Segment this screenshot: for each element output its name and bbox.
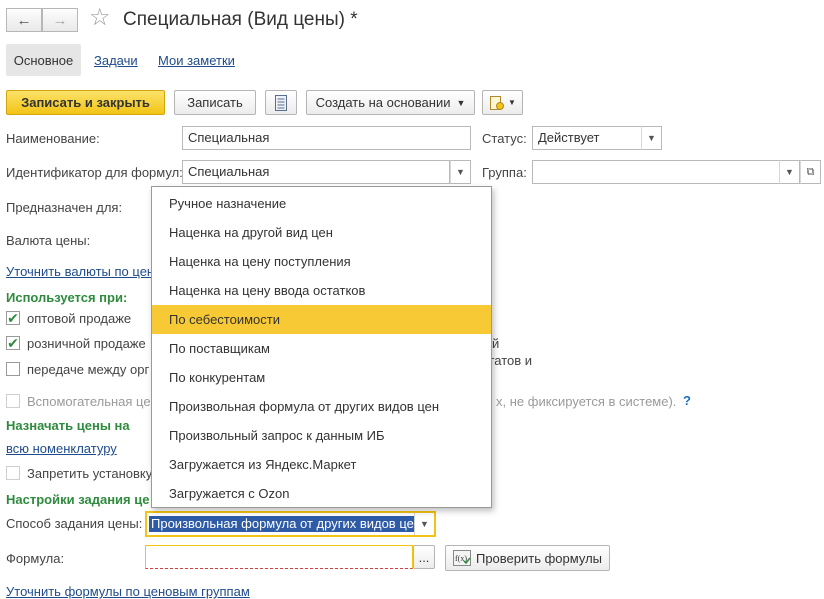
chevron-down-icon: ▼ (785, 167, 794, 177)
wholesale-checkbox[interactable]: ✔ (6, 311, 20, 325)
create-based-on-button[interactable]: Создать на основании ▼ (306, 90, 475, 115)
check-formulas-button[interactable]: f(x) Проверить формулы (445, 545, 610, 571)
retail-label: розничной продаже (27, 336, 146, 351)
tab-tasks[interactable]: Задачи (94, 53, 138, 68)
formula-check-icon: f(x) (452, 550, 471, 566)
dropdown-option[interactable]: По конкурентам (152, 363, 491, 392)
status-label: Статус: (482, 131, 527, 146)
checkmark-icon: ✔ (7, 310, 19, 326)
assign-prices-heading: Назначать цены на (6, 418, 130, 433)
forbid-label: Запретить установку (27, 466, 153, 481)
price-method-label: Способ задания цены: (6, 516, 143, 531)
group-dropdown-button[interactable]: ▼ (779, 160, 800, 184)
formula-id-dropdown-button[interactable]: ▼ (450, 160, 471, 184)
dropdown-option[interactable]: Загружается из Яндекс.Маркет (152, 450, 491, 479)
dropdown-option[interactable]: Загружается с Ozon (152, 479, 491, 508)
retail-right-fragment: й (492, 336, 500, 351)
all-nomenclature-link[interactable]: всю номенклатуру (6, 441, 117, 456)
name-label: Наименование: (6, 131, 100, 146)
name-input[interactable]: Специальная (182, 126, 471, 150)
formula-id-label: Идентификатор для формул: (6, 165, 183, 180)
chevron-down-icon: ▼ (647, 133, 656, 143)
help-icon[interactable]: ? (683, 393, 691, 408)
check-formulas-label: Проверить формулы (475, 550, 602, 566)
dropdown-option[interactable]: Наценка на другой вид цен (152, 218, 491, 247)
dropdown-option[interactable]: По себестоимости (152, 305, 491, 334)
formula-input[interactable] (145, 545, 413, 569)
group-label: Группа: (482, 165, 527, 180)
chevron-down-icon[interactable]: ▼ (414, 513, 434, 535)
back-button[interactable]: ← (6, 8, 42, 32)
settings-heading: Настройки задания це (6, 492, 150, 507)
arrow-left-icon: ← (16, 11, 32, 29)
favorite-star-icon[interactable]: ☆ (89, 6, 111, 30)
status-select[interactable]: Действует (532, 126, 642, 150)
price-method-dropdown-list: Ручное назначение Наценка на другой вид ц… (151, 186, 492, 508)
clarify-currency-link[interactable]: Уточнить валюты по цен (6, 264, 154, 279)
price-method-input[interactable]: Произвольная формула от других видов це … (145, 511, 436, 537)
status-dropdown-button[interactable]: ▼ (641, 126, 662, 150)
tab-notes[interactable]: Мои заметки (158, 53, 235, 68)
intended-label: Предназначен для: (6, 200, 123, 215)
open-window-icon: ⧉ (806, 165, 815, 178)
dropdown-option[interactable]: Произвольная формула от других видов цен (152, 392, 491, 421)
formula-label: Формула: (6, 551, 65, 566)
save-button[interactable]: Записать (174, 90, 256, 115)
create-based-on-label: Создать на основании (315, 95, 451, 110)
price-method-selected-text: Произвольная формула от других видов це (149, 516, 414, 532)
tab-main[interactable]: Основное (6, 44, 81, 76)
used-when-heading: Используется при: (6, 290, 128, 305)
forward-button[interactable]: → (42, 8, 78, 32)
report-button[interactable] (265, 90, 297, 115)
auxiliary-tail-text: х, не фиксируется в системе). (496, 394, 677, 409)
clarify-formulas-link[interactable]: Уточнить формулы по ценовым группам (6, 584, 250, 599)
checkmark-icon: ✔ (7, 335, 19, 351)
forbid-checkbox[interactable] (6, 466, 20, 480)
formula-id-input[interactable]: Специальная (182, 160, 450, 184)
group-input[interactable] (532, 160, 780, 184)
currency-label: Валюта цены: (6, 233, 91, 248)
formula-select-button[interactable]: ... (413, 545, 435, 569)
document-settings-icon (490, 95, 505, 110)
auxiliary-label: Вспомогательная це (27, 394, 151, 409)
print-menu-button[interactable]: ▼ (482, 90, 523, 115)
transfer-label: передаче между орг (27, 362, 150, 377)
page-title: Специальная (Вид цены) * (123, 9, 358, 30)
retail-checkbox[interactable]: ✔ (6, 336, 20, 350)
save-and-close-button[interactable]: Записать и закрыть (6, 90, 165, 115)
chevron-down-icon: ▼ (456, 97, 466, 108)
document-list-icon (275, 94, 287, 111)
chevron-down-icon: ▼ (508, 98, 516, 107)
dropdown-option[interactable]: Ручное назначение (152, 189, 491, 218)
group-open-button[interactable]: ⧉ (800, 160, 821, 184)
dropdown-option[interactable]: Произвольный запрос к данным ИБ (152, 421, 491, 450)
dropdown-option[interactable]: Наценка на цену ввода остатков (152, 276, 491, 305)
auxiliary-checkbox (6, 394, 20, 408)
arrow-right-icon: → (52, 11, 68, 29)
wholesale-label: оптовой продаже (27, 311, 132, 326)
dropdown-option[interactable]: По поставщикам (152, 334, 491, 363)
dropdown-option[interactable]: Наценка на цену поступления (152, 247, 491, 276)
chevron-down-icon: ▼ (456, 167, 465, 177)
transfer-checkbox[interactable] (6, 362, 20, 376)
